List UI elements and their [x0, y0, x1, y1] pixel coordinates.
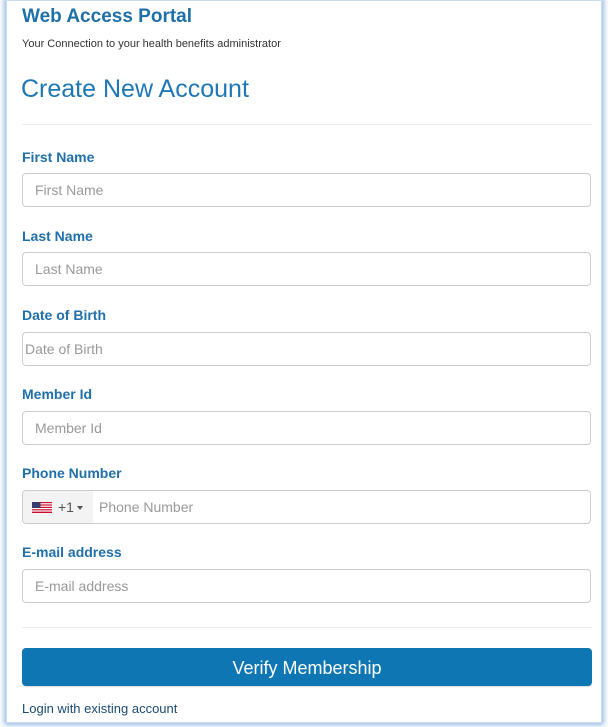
country-code-select[interactable]: +1 — [23, 491, 93, 523]
us-flag-icon — [32, 502, 52, 513]
email-label: E-mail address — [22, 544, 122, 560]
date-of-birth-input[interactable] — [22, 332, 591, 366]
page-title: Create New Account — [21, 75, 249, 103]
email-input[interactable] — [22, 569, 591, 603]
first-name-label: First Name — [22, 149, 95, 165]
header-divider — [22, 124, 592, 125]
chevron-down-icon — [77, 506, 83, 510]
portal-frame: Web Access Portal Your Connection to you… — [6, 0, 602, 723]
last-name-label: Last Name — [22, 228, 93, 244]
portal-subtitle: Your Connection to your health benefits … — [22, 38, 281, 50]
phone-number-input[interactable] — [95, 491, 593, 523]
dial-code: +1 — [58, 499, 74, 515]
login-existing-account-link[interactable]: Login with existing account — [22, 701, 177, 716]
form-divider — [22, 627, 592, 628]
phone-number-label: Phone Number — [22, 465, 122, 481]
first-name-input[interactable] — [22, 173, 591, 207]
phone-number-field: +1 — [22, 490, 593, 524]
member-id-input[interactable] — [22, 411, 591, 445]
portal-title: Web Access Portal — [22, 6, 193, 27]
date-of-birth-label: Date of Birth — [22, 307, 106, 323]
member-id-label: Member Id — [22, 386, 93, 402]
last-name-input[interactable] — [22, 252, 591, 286]
verify-membership-button[interactable]: Verify Membership — [22, 648, 592, 686]
